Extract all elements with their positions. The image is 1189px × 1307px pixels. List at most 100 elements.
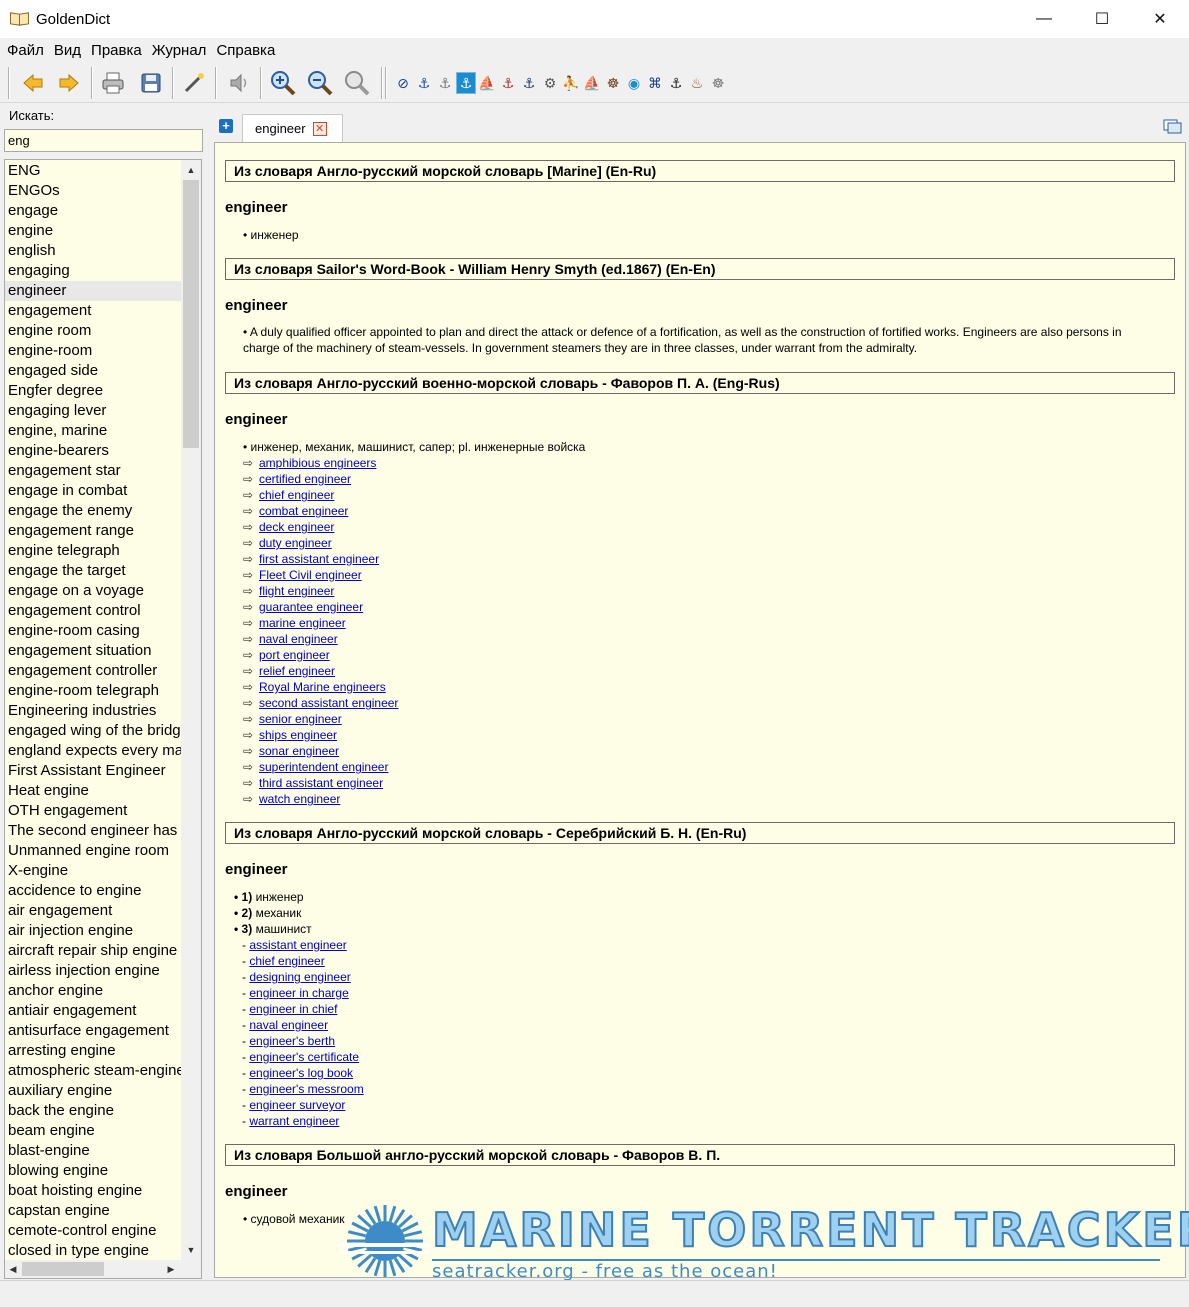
sail-icon[interactable]: ⌘ [645,72,665,94]
tab-close-icon[interactable]: ✕ [312,121,327,136]
related-term-link[interactable]: engineer in charge [249,986,348,1000]
menu-history[interactable]: Журнал [147,42,212,59]
sailor-icon[interactable]: ⛹ [561,72,581,94]
anchor-dark-icon[interactable]: ⚓ [519,72,539,94]
related-term-link[interactable]: designing engineer [249,970,350,984]
word-list-item[interactable]: engagement control [5,601,182,621]
related-term-link[interactable]: engineer's berth [249,1034,335,1048]
new-tab-icon[interactable]: + [219,119,233,133]
related-term-link[interactable]: ships engineer [259,728,337,742]
word-list-item[interactable]: Heat engine [5,781,182,801]
related-term-link[interactable]: watch engineer [259,792,340,806]
word-list-hscroll[interactable]: ◀ ▶ [5,1260,201,1278]
related-term-link[interactable]: senior engineer [259,712,342,726]
word-list-vscroll[interactable]: ▲ ▼ [181,160,201,1260]
zoom-out-button[interactable] [305,68,335,98]
ship-icon[interactable]: ⛵ [477,72,497,94]
related-term-link[interactable]: engineer in chief [249,1002,337,1016]
scroll-right-icon[interactable]: ▶ [161,1259,181,1278]
scroll-up-icon[interactable]: ▲ [181,160,201,180]
word-list-item[interactable]: engagement [5,301,182,321]
word-list-item[interactable]: engaged side [5,361,182,381]
word-list-item[interactable]: blast-engine [5,1141,182,1161]
word-list-item[interactable]: engage [5,201,182,221]
gear-disc-icon[interactable]: ⚙ [540,72,560,94]
word-list-item[interactable]: airless injection engine [5,961,182,981]
word-list-item[interactable]: auxiliary engine [5,1081,182,1101]
scroll-left-icon[interactable]: ◀ [5,1259,23,1278]
word-list-item[interactable]: engine, marine [5,421,182,441]
related-term-link[interactable]: duty engineer [259,536,332,550]
forward-button[interactable] [54,68,84,98]
menu-help[interactable]: Справка [211,42,280,59]
related-term-link[interactable]: relief engineer [259,664,335,678]
word-list-item[interactable]: boat hoisting engine [5,1181,182,1201]
word-list-item[interactable]: atmospheric steam-engine [5,1061,182,1081]
related-term-link[interactable]: engineer surveyor [249,1098,345,1112]
related-term-link[interactable]: chief engineer [259,488,334,502]
anchor-gray-icon[interactable]: ⚓ [435,72,455,94]
wheel-icon[interactable]: ☸ [708,72,728,94]
related-term-link[interactable]: guarantee engineer [259,600,363,614]
related-term-link[interactable]: flight engineer [259,584,334,598]
word-list-item[interactable]: engaging [5,261,182,281]
anchor-icon[interactable]: ⚓ [414,72,434,94]
word-list-item[interactable]: engage on a voyage [5,581,182,601]
search-input[interactable] [4,129,203,152]
word-list-item[interactable]: Engineering industries [5,701,182,721]
word-list[interactable]: ENG ENGOs engage engine english engaging engin… [4,159,202,1279]
related-term-link[interactable]: port engineer [259,648,330,662]
word-list-item[interactable]: engagement star [5,461,182,481]
anchor-red-icon[interactable]: ⚓ [498,72,518,94]
sailing-ship-icon[interactable]: ⛵ [582,72,602,94]
pronounce-button[interactable] [224,68,254,98]
word-list-item[interactable]: X-engine [5,861,182,881]
anchor-black-icon[interactable]: ⚓ [666,72,686,94]
word-list-item[interactable]: ENGOs [5,181,182,201]
word-list-item[interactable]: english [5,241,182,261]
related-term-link[interactable]: superintendent engineer [259,760,388,774]
word-list-item[interactable]: engineer [5,281,182,301]
menu-view[interactable]: Вид [49,42,86,59]
maximize-button[interactable]: ☐ [1073,0,1131,38]
tab-list-icon[interactable] [1163,118,1183,134]
word-list-item[interactable]: The second engineer has a [5,821,182,841]
zoom-in-button[interactable] [268,68,298,98]
word-list-item[interactable]: capstan engine [5,1201,182,1221]
word-list-item[interactable]: engage the enemy [5,501,182,521]
word-list-item[interactable]: ENG [5,161,182,181]
related-term-link[interactable]: engineer's log book [249,1066,353,1080]
scroll-thumb[interactable] [183,180,199,448]
menu-file[interactable]: Файл [2,42,49,59]
word-list-item[interactable]: blowing engine [5,1161,182,1181]
scroll-down-icon[interactable]: ▼ [181,1240,201,1260]
tab-engineer[interactable]: engineer ✕ [242,114,343,142]
word-list-item[interactable]: OTH engagement [5,801,182,821]
back-button[interactable] [18,68,48,98]
word-list-item[interactable]: engine-room telegraph [5,681,182,701]
hscroll-thumb[interactable] [22,1262,104,1276]
related-term-link[interactable]: engineer's certificate [249,1050,359,1064]
word-list-item[interactable]: air engagement [5,901,182,921]
related-term-link[interactable]: sonar engineer [259,744,339,758]
word-list-item[interactable]: engine telegraph [5,541,182,561]
related-term-link[interactable]: Royal Marine engineers [259,680,386,694]
word-list-item[interactable]: First Assistant Engineer [5,761,182,781]
word-list-item[interactable]: accidence to engine [5,881,182,901]
scan-popup-button[interactable] [179,68,209,98]
anchor-framed-icon[interactable]: ⚓ [456,72,476,94]
related-term-link[interactable]: deck engineer [259,520,334,534]
related-term-link[interactable]: first assistant engineer [259,552,379,566]
word-list-item[interactable]: engagement controller [5,661,182,681]
related-term-link[interactable]: certified engineer [259,472,351,486]
related-term-link[interactable]: marine engineer [259,616,346,630]
word-list-item[interactable]: antisurface engagement [5,1021,182,1041]
related-term-link[interactable]: engineer's messroom [249,1082,363,1096]
word-list-item[interactable]: engaged wing of the bridge [5,721,182,741]
word-list-item[interactable]: beam engine [5,1121,182,1141]
globe-icon[interactable]: ◉ [624,72,644,94]
compass-disc-icon[interactable]: ⊘ [393,72,413,94]
related-term-link[interactable]: assistant engineer [249,938,346,952]
word-list-item[interactable]: air injection engine [5,921,182,941]
print-button[interactable] [98,68,128,98]
